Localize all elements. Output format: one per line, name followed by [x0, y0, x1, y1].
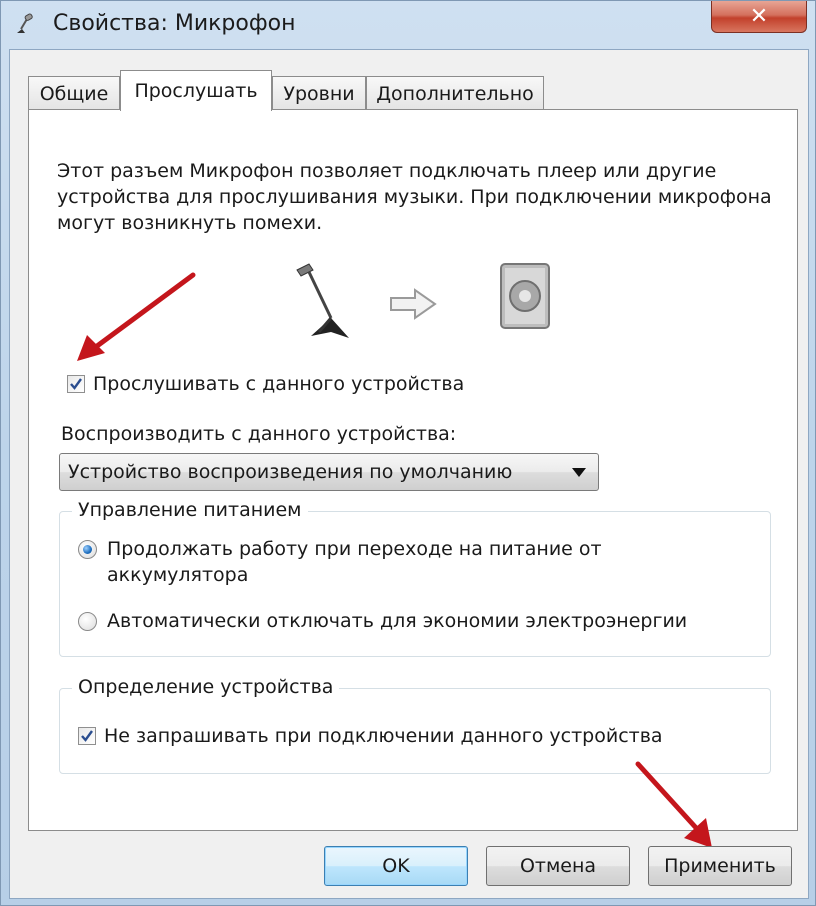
ok-button[interactable]: OK: [324, 846, 468, 886]
tab-label: Уровни: [283, 82, 355, 105]
cancel-button[interactable]: Отмена: [486, 846, 630, 886]
close-icon: ✕: [749, 4, 769, 29]
description-text: Этот разъем Микрофон позволяет подключат…: [57, 160, 772, 234]
playback-device-select[interactable]: Устройство воспроизведения по умолчанию: [59, 453, 599, 491]
title-bar[interactable]: Свойства: Микрофон ✕: [1, 1, 816, 49]
ok-button-label: OK: [382, 855, 410, 877]
cancel-button-label: Отмена: [519, 855, 597, 877]
chevron-down-icon: [572, 468, 586, 477]
listen-checkbox-row[interactable]: Прослушивать с данного устройства: [67, 373, 464, 395]
right-arrow-icon: [390, 288, 437, 320]
red-arrow-annotation: [77, 272, 196, 361]
listen-checkbox[interactable]: [67, 375, 85, 393]
radio-selected-dot: [83, 545, 92, 554]
tab-panel-listen: Этот разъем Микрофон позволяет подключат…: [28, 109, 798, 831]
power-option-continue[interactable]: Продолжать работу при переходе на питани…: [78, 536, 678, 588]
detection-checkbox[interactable]: [78, 727, 96, 745]
check-icon: [70, 378, 82, 390]
playback-device-label: Воспроизводить с данного устройства:: [61, 423, 457, 445]
tab-label: Общие: [39, 82, 109, 105]
tab-general[interactable]: Общие: [28, 76, 120, 110]
power-option-auto-off-label: Автоматически отключать для экономии эле…: [107, 610, 688, 632]
power-management-legend: Управление питанием: [72, 499, 308, 521]
check-icon: [81, 730, 93, 742]
client-area: Общие Прослушать Уровни Дополнительно Эт…: [9, 49, 809, 899]
red-arrow-annotation: [635, 761, 712, 848]
speaker-icon: [500, 263, 550, 329]
device-illustration: [296, 263, 550, 338]
tab-listen[interactable]: Прослушать: [120, 70, 272, 111]
microphone-stand-icon: [296, 263, 349, 338]
power-option-auto-off[interactable]: Автоматически отключать для экономии эле…: [78, 608, 768, 634]
radio-auto-off[interactable]: [78, 612, 97, 631]
tab-label: Дополнительно: [376, 82, 534, 105]
microphone-icon: [17, 13, 33, 33]
tab-levels[interactable]: Уровни: [272, 76, 366, 110]
radio-continue[interactable]: [78, 540, 97, 559]
tab-advanced[interactable]: Дополнительно: [366, 76, 544, 110]
apply-button[interactable]: Применить: [648, 846, 792, 886]
power-option-continue-label: Продолжать работу при переходе на питани…: [107, 538, 602, 586]
detection-checkbox-row[interactable]: Не запрашивать при подключении данного у…: [78, 725, 663, 747]
device-detection-legend: Определение устройства: [72, 676, 340, 698]
power-management-group: Управление питанием Продолжать работу пр…: [59, 499, 771, 657]
window-title: Свойства: Микрофон: [53, 11, 296, 36]
listen-checkbox-label: Прослушивать с данного устройства: [93, 373, 465, 395]
close-button[interactable]: ✕: [711, 1, 807, 33]
playback-device-value: Устройство воспроизведения по умолчанию: [68, 461, 513, 483]
tab-label: Прослушать: [134, 80, 258, 102]
apply-button-label: Применить: [664, 855, 776, 877]
detection-checkbox-label: Не запрашивать при подключении данного у…: [104, 725, 663, 747]
dialog-window: Свойства: Микрофон ✕ Общие Прослушать Ур…: [0, 0, 816, 906]
